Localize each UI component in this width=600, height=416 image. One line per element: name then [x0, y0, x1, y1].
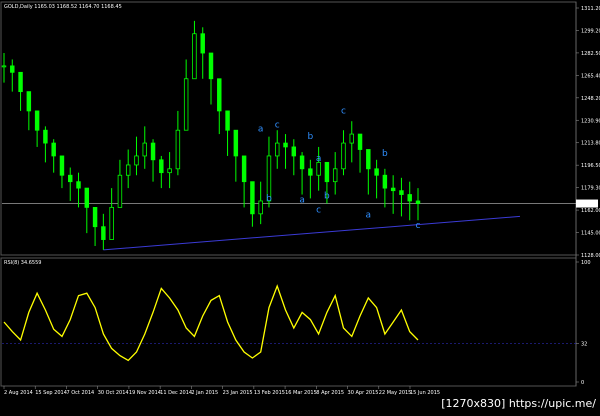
date-tick-label: 16 Mar 2015 — [285, 390, 317, 396]
candle-body — [308, 168, 313, 176]
candle-body — [250, 181, 255, 215]
candle-body — [208, 52, 214, 80]
candle-body — [399, 190, 404, 195]
candle-body — [341, 142, 346, 170]
wave-label: c — [341, 106, 346, 116]
candle-body — [382, 174, 388, 189]
price-tick-label: 1128.00 — [581, 253, 600, 259]
wave-label: b — [308, 132, 314, 142]
candle-body — [125, 164, 131, 176]
price-tick-label: 1248.20 — [581, 96, 600, 102]
candle-body — [18, 71, 23, 93]
candle-body — [84, 187, 90, 208]
candle-body — [159, 159, 164, 174]
price-tick-label: 1265.40 — [581, 73, 600, 79]
candle-body — [183, 78, 189, 131]
candle-body — [357, 133, 363, 150]
price-tick-label: 1282.50 — [581, 51, 600, 57]
wave-label: a — [258, 125, 264, 135]
wave-label: a — [299, 195, 305, 205]
candle-body — [283, 142, 288, 148]
date-tick-label: 22 May 2015 — [379, 390, 412, 396]
wave-label: a — [366, 211, 372, 221]
price-tick-label: 1179.30 — [581, 186, 600, 192]
date-tick-label: 30 Oct 2014 — [98, 390, 129, 396]
price-tick-label: 1213.80 — [581, 141, 600, 147]
price-tick-label: 1162.00 — [581, 208, 600, 214]
candle-body — [366, 149, 371, 170]
candle-body — [233, 129, 239, 157]
candle-body — [258, 200, 263, 215]
candle-body — [167, 168, 172, 174]
candle-body — [150, 142, 156, 161]
wave-label: c — [416, 221, 421, 231]
rsi-tick-label: 32 — [581, 342, 587, 348]
date-tick-label: 8 Apr 2015 — [316, 390, 344, 396]
rsi-tick-label: 100 — [581, 260, 591, 266]
current-price-label: 1168.45 — [577, 202, 598, 208]
candle-body — [374, 168, 379, 176]
candle-body — [109, 207, 114, 240]
candle-body — [1, 65, 7, 68]
wave-label: b — [324, 191, 330, 201]
candle-body — [26, 91, 32, 112]
wave-label: c — [275, 121, 280, 131]
price-tick-label: 1311.20 — [581, 6, 600, 12]
date-tick-label: 7 Oct 2014 — [66, 390, 94, 396]
date-tick-label: 30 Apr 2015 — [348, 390, 379, 396]
candle-body — [316, 161, 321, 176]
date-tick-label: 15 Sep 2014 — [35, 390, 67, 396]
candle-body — [225, 110, 230, 131]
candle-body — [299, 155, 305, 170]
date-tick-label: 2 Jan 2015 — [191, 390, 218, 396]
date-tick-label: 23 Jan 2015 — [223, 390, 253, 396]
candle-body — [217, 78, 222, 112]
candle-body — [192, 33, 197, 80]
price-tick-label: 1230.90 — [581, 118, 600, 124]
candle-body — [76, 181, 81, 189]
candle-body — [117, 174, 123, 208]
date-tick-label: 2 Aug 2014 — [4, 390, 33, 396]
date-tick-label: 15 Jun 2015 — [410, 390, 440, 396]
candle-body — [275, 142, 280, 157]
chart-svg[interactable]: GOLD,Daily 1165.03 1168.52 1164.70 1168.… — [0, 0, 600, 412]
date-tick-label: 13 Feb 2015 — [254, 390, 285, 396]
candle-body — [59, 155, 65, 176]
candle-body — [10, 65, 15, 73]
candle-body — [34, 110, 40, 131]
watermark: [1270x830] https://upic.me/ — [439, 396, 598, 412]
candle-body — [324, 161, 330, 183]
candle-body — [134, 155, 139, 166]
chart-background — [0, 0, 600, 412]
candle-body — [349, 133, 354, 144]
candle-body — [68, 174, 73, 183]
candle-body — [415, 200, 421, 204]
rsi-header: RSI(8) 34.6559 — [4, 260, 41, 266]
price-tick-label: 1299.20 — [581, 28, 600, 34]
rsi-tick-label: 0 — [581, 380, 584, 386]
candle-body — [332, 168, 338, 183]
candle-body — [200, 33, 205, 54]
chart-header: GOLD,Daily 1165.03 1168.52 1164.70 1168.… — [4, 4, 122, 10]
candle-body — [92, 207, 98, 228]
candle-body — [241, 155, 247, 183]
wave-label: c — [316, 206, 321, 216]
candle-body — [291, 146, 297, 157]
date-tick-label: 11 Dec 2014 — [160, 390, 192, 396]
candle-body — [390, 187, 396, 192]
chart-window[interactable]: GOLD,Daily 1165.03 1168.52 1164.70 1168.… — [0, 0, 600, 412]
price-tick-label: 1145.00 — [581, 231, 600, 237]
date-tick-label: 19 Nov 2014 — [129, 390, 161, 396]
wave-label: b — [266, 194, 272, 204]
candle-body — [43, 129, 48, 144]
candle-body — [101, 226, 106, 240]
wave-label: a — [316, 154, 322, 164]
wave-label: b — [382, 149, 388, 159]
candle-body — [407, 194, 412, 202]
price-tick-label: 1196.50 — [581, 163, 600, 169]
candle-body — [51, 142, 56, 157]
candle-body — [175, 129, 181, 170]
candle-body — [142, 142, 147, 157]
